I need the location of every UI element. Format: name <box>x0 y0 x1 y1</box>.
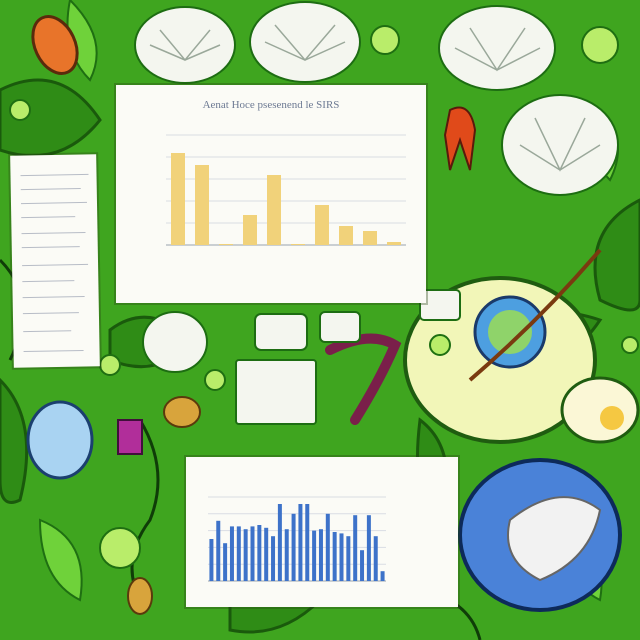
bar <box>366 515 371 581</box>
bottom-bar-chart <box>208 496 386 582</box>
bar <box>243 215 257 245</box>
bar <box>373 536 378 581</box>
bar <box>223 543 228 581</box>
bar <box>236 526 241 581</box>
bar <box>305 504 310 581</box>
bar <box>339 226 353 245</box>
bar <box>171 153 185 245</box>
bar <box>216 520 221 581</box>
bar <box>332 532 337 581</box>
bar <box>264 527 269 581</box>
bar <box>291 513 296 581</box>
bar <box>339 533 344 581</box>
bar <box>380 571 385 581</box>
bar <box>243 529 248 581</box>
bar <box>195 165 209 245</box>
bar <box>353 515 358 581</box>
bar <box>267 175 281 245</box>
bar <box>363 231 377 245</box>
bar <box>318 529 323 581</box>
bar <box>229 526 234 581</box>
bar <box>219 244 233 245</box>
bar <box>209 539 214 581</box>
bottom-bar-chart-panel <box>186 457 458 607</box>
bar <box>312 530 317 581</box>
left-document-sheet <box>10 154 100 368</box>
bar <box>387 242 401 245</box>
blue-orb-icon <box>26 400 94 480</box>
bar <box>315 205 329 245</box>
bar <box>346 536 351 581</box>
bar <box>284 529 289 581</box>
bar <box>277 504 282 581</box>
bar <box>325 513 330 581</box>
bar <box>257 525 262 581</box>
bar <box>271 536 276 581</box>
document-lines <box>20 173 89 353</box>
bar <box>250 526 255 581</box>
bar <box>291 244 305 245</box>
bar <box>360 550 365 581</box>
top-bar-chart-panel: Aenat Hoce psesenend le SIRS <box>116 85 426 303</box>
top-bar-chart <box>166 134 406 246</box>
bar <box>298 504 303 581</box>
